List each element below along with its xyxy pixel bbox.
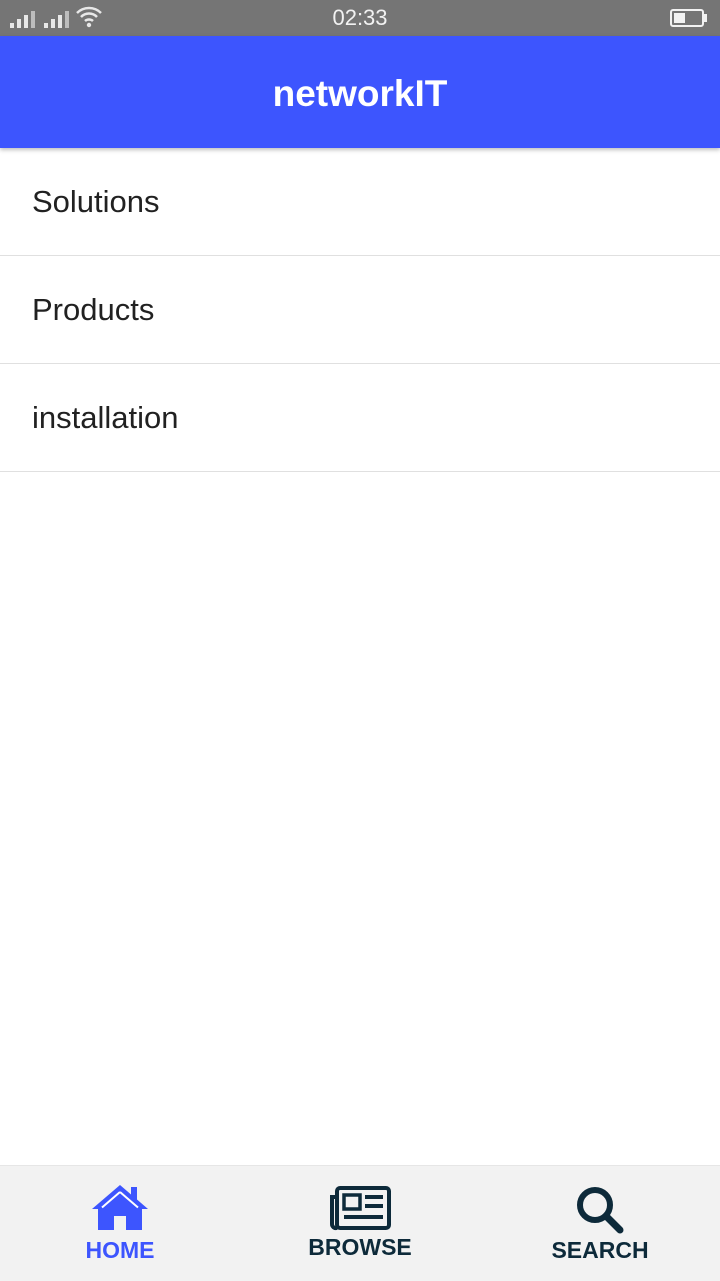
nav-home-label: HOME [85,1237,155,1263]
battery-icon [670,9,707,27]
nav-browse-button[interactable]: BROWSE [240,1166,480,1281]
nav-search-button[interactable]: SEARCH [480,1166,720,1281]
list-item-label: Solutions [32,183,160,219]
nav-browse-label: BROWSE [308,1234,412,1260]
nav-home-button[interactable]: HOME [0,1166,240,1281]
status-time: 02:33 [332,5,388,30]
bottom-nav: HOME BROWSE SEARCH [0,1165,720,1281]
list-item-solutions[interactable]: Solutions [0,148,720,256]
list-item-label: Products [32,291,155,327]
search-icon [577,1187,624,1234]
app-title: networkIT [272,73,448,114]
app-bar: networkIT [0,36,720,148]
list-item-products[interactable]: Products [0,256,720,364]
nav-search-label: SEARCH [551,1237,649,1263]
menu-list: Solutions Products installation [0,148,720,472]
status-bar: 02:33 [0,0,720,36]
list-item-installation[interactable]: installation [0,364,720,472]
list-item-label: installation [32,399,179,435]
home-icon [92,1185,148,1230]
newspaper-icon [330,1186,391,1231]
